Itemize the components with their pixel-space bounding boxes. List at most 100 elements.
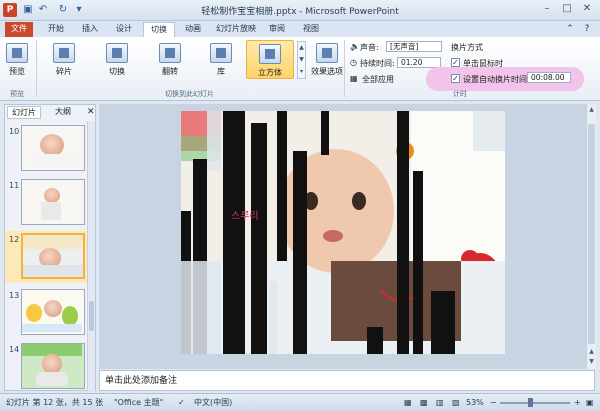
effect-options-icon xyxy=(316,43,338,63)
group-separator xyxy=(344,40,345,97)
slide-thumbnail-14[interactable] xyxy=(21,343,85,389)
sorter-view-icon[interactable]: ▩ xyxy=(420,394,428,411)
slides-panel: 幻灯片 大纲 ✕ 10 11 12 12 13 14 xyxy=(4,104,96,391)
photo xyxy=(22,324,82,332)
tab-home[interactable]: 开始 xyxy=(42,22,70,37)
zoom-slider[interactable] xyxy=(500,402,570,404)
zoom-out-icon[interactable]: − xyxy=(490,394,497,411)
window-title: 轻松制作宝宝相册.pptx - Microsoft PowerPoint xyxy=(201,7,399,17)
transition-shred-button[interactable]: 碎片 xyxy=(48,43,80,77)
on-click-checkbox[interactable]: ✓ xyxy=(451,58,460,67)
photo xyxy=(23,265,83,277)
auto-advance-time-field[interactable]: 00:08.00 xyxy=(527,72,571,83)
photo xyxy=(40,134,64,156)
slide-number: 13 xyxy=(9,291,20,300)
current-slide-canvas[interactable]: 스루리 xyxy=(181,111,505,354)
vertical-scrollbar[interactable]: ▲ ▲ ▼ xyxy=(586,104,596,369)
photo xyxy=(32,154,78,168)
group-separator xyxy=(36,40,37,97)
sound-icon: 🔈 xyxy=(350,42,360,51)
gallery-scroll[interactable]: ▲ ▼ ▾ xyxy=(297,41,306,79)
status-bar: 幻灯片 第 12 张，共 15 张 "Office 主题" ✓ 中文(中国) ▦… xyxy=(0,393,600,411)
panel-scroll-thumb[interactable] xyxy=(89,301,94,331)
photo xyxy=(23,235,83,249)
slide-thumbnail-12[interactable] xyxy=(21,233,85,279)
transition-group-label: 切换到此幻灯片 xyxy=(165,90,214,98)
slide-overlay-text: 스루리 xyxy=(231,210,259,222)
slide-thumbnail-13[interactable] xyxy=(21,289,85,335)
notes-pane[interactable]: 单击此处添加备注 xyxy=(99,370,595,391)
prev-slide-icon[interactable]: ▲ xyxy=(588,348,595,356)
slide-thumbnail-11[interactable] xyxy=(21,179,85,225)
transition-cube-button[interactable]: 立方体 xyxy=(246,40,294,79)
zoom-in-icon[interactable]: + xyxy=(574,394,581,411)
restore-icon[interactable]: □ xyxy=(558,2,576,16)
duration-label: 持续时间: xyxy=(360,59,395,68)
panel-scrollbar[interactable] xyxy=(87,121,95,391)
cube-icon xyxy=(259,44,281,64)
transition-gallery-button[interactable]: 库 xyxy=(205,43,237,77)
tab-transitions[interactable]: 切换 xyxy=(143,22,175,37)
next-slide-icon[interactable]: ▼ xyxy=(588,358,595,366)
gallery-icon xyxy=(210,43,232,63)
title-bar: P ▣ ↶ ↻ ▾ 轻松制作宝宝相册.pptx - Microsoft Powe… xyxy=(0,0,600,21)
close-icon[interactable]: ✕ xyxy=(578,2,596,16)
tab-file[interactable]: 文件 xyxy=(5,22,33,37)
zoom-slider-thumb[interactable] xyxy=(528,398,533,407)
tab-insert[interactable]: 插入 xyxy=(76,22,104,37)
slide-editor-area: 스루리 xyxy=(99,104,595,369)
photo xyxy=(41,202,61,220)
baby-eye xyxy=(352,192,366,210)
collapse-ribbon-icon[interactable]: ⌃ xyxy=(563,22,577,37)
auto-advance-label: 设置自动换片时间: xyxy=(463,75,530,84)
close-panel-icon[interactable]: ✕ xyxy=(83,106,99,119)
baby-mouth xyxy=(323,230,343,242)
preview-icon xyxy=(6,43,28,63)
fit-window-icon[interactable]: ▣ xyxy=(586,394,594,411)
apply-all-button[interactable]: 全部应用 xyxy=(362,74,394,85)
transition-flip-button[interactable]: 翻转 xyxy=(154,43,186,77)
help-icon[interactable]: ? xyxy=(580,22,594,37)
ribbon: 预览 预览 碎片 切换 翻转 库 立方体 ▲ ▼ ▾ 效果选项 切换到此幻灯片 🔈 … xyxy=(0,37,600,101)
tab-review[interactable]: 审阅 xyxy=(263,22,291,37)
flip-icon xyxy=(159,43,181,63)
normal-view-icon[interactable]: ▦ xyxy=(404,394,412,411)
tab-design[interactable]: 设计 xyxy=(110,22,138,37)
tab-animations[interactable]: 动画 xyxy=(179,22,207,37)
zoom-level[interactable]: 53% xyxy=(466,394,484,411)
scroll-thumb[interactable] xyxy=(588,124,595,344)
photo xyxy=(62,306,78,326)
effect-options-button[interactable]: 效果选项 xyxy=(310,43,344,77)
sound-label: 声音: xyxy=(360,43,379,52)
slide-number: 14 xyxy=(9,345,20,354)
tab-view[interactable]: 视图 xyxy=(297,22,325,37)
photo xyxy=(44,300,62,317)
theme-name[interactable]: "Office 主题" xyxy=(114,394,163,411)
slide-number: 10 xyxy=(9,127,20,136)
transition-switch-button[interactable]: 切换 xyxy=(101,43,133,77)
auto-advance-checkbox[interactable]: ✓ xyxy=(451,74,460,83)
slideshow-view-icon[interactable]: ▧ xyxy=(452,394,460,411)
preview-group-label: 预览 xyxy=(10,90,24,98)
language[interactable]: 中文(中国) xyxy=(194,394,232,411)
tab-outline[interactable]: 大纲 xyxy=(51,106,75,119)
spellcheck-icon[interactable]: ✓ xyxy=(178,394,185,411)
switch-icon xyxy=(106,43,128,63)
slide-number: 12 xyxy=(9,235,20,244)
slide-thumbnail-10[interactable] xyxy=(21,125,85,171)
minimize-icon[interactable]: – xyxy=(538,2,556,16)
slide-number: 11 xyxy=(9,181,20,190)
apply-all-icon: ▦ xyxy=(350,74,358,83)
scroll-up-icon[interactable]: ▲ xyxy=(588,106,595,114)
reading-view-icon[interactable]: ▥ xyxy=(436,394,444,411)
photo xyxy=(42,354,62,374)
photo xyxy=(26,304,42,322)
sound-dropdown[interactable]: [无声音] xyxy=(386,41,442,52)
switch-mode-label: 换片方式 xyxy=(451,43,483,52)
preview-button[interactable]: 预览 xyxy=(4,43,30,77)
shred-icon xyxy=(53,43,75,63)
tab-slideshow[interactable]: 幻灯片放映 xyxy=(212,22,260,37)
timing-group-label: 计时 xyxy=(453,90,467,98)
photo xyxy=(44,188,60,203)
tab-slides[interactable]: 幻灯片 xyxy=(7,106,41,119)
